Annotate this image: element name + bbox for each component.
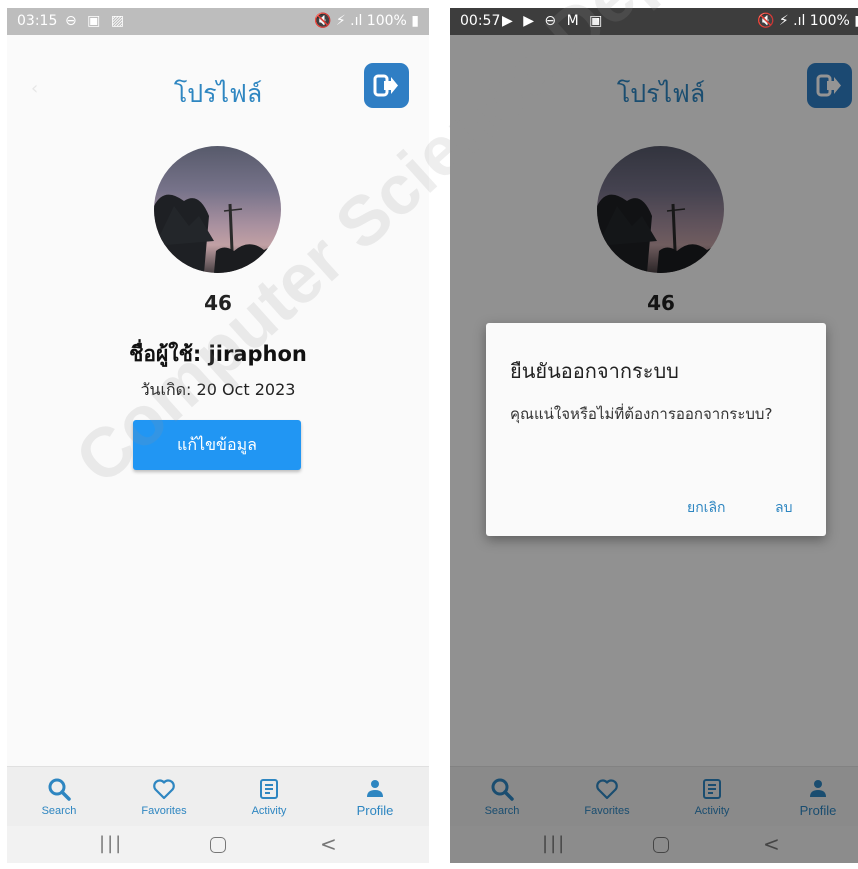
heart-icon (153, 779, 175, 800)
edit-profile-button[interactable]: แก้ไขข้อมูล (133, 420, 301, 470)
status-bar: 00:57 ▶ ▶ ⊖ M ▣ 🔇 ⚡ .ıl 100% ▮ (450, 8, 858, 35)
status-time: 00:57 (460, 13, 501, 29)
nav-activity-label: Activity (251, 805, 287, 817)
username: ชื่อผู้ใช้: jiraphon (129, 342, 307, 366)
confirm-button[interactable]: ลบ (775, 497, 792, 519)
search-icon (48, 778, 71, 801)
system-nav-bar: ||| < (7, 826, 429, 863)
status-system-icons: 🔇 ⚡ .ıl 100% ▮ (313, 13, 419, 29)
nav-activity[interactable]: Activity (229, 767, 309, 817)
dialog-title: ยืนยันออกจากระบบ (510, 359, 679, 383)
status-time: 03:15 (17, 13, 58, 29)
status-notification-icons: ▶ ▶ ⊖ M ▣ (502, 13, 606, 29)
avatar (154, 146, 281, 273)
logout-icon (373, 74, 398, 97)
nav-search-label: Search (41, 805, 77, 817)
status-bar: 03:15 ⊖ ▣ ▨ 🔇 ⚡ .ıl 100% ▮ (7, 8, 429, 35)
logout-confirm-dialog: ยืนยันออกจากระบบ คุณแน่ใจหรือไม่ที่ต้องก… (486, 323, 826, 536)
back-button[interactable]: < (320, 832, 337, 856)
home-button[interactable] (210, 837, 226, 853)
profile-screen: 03:15 ⊖ ▣ ▨ 🔇 ⚡ .ıl 100% ▮ ‹ โปรไฟล์ 46 … (7, 8, 429, 863)
logout-button[interactable] (364, 63, 409, 108)
document-icon (260, 779, 278, 799)
birthdate: วันเกิด: 20 Oct 2023 (140, 380, 296, 399)
recent-apps-button[interactable]: ||| (99, 833, 123, 854)
person-icon (367, 780, 383, 797)
cancel-button[interactable]: ยกเลิก (687, 497, 726, 519)
nav-search[interactable]: Search (19, 767, 99, 817)
nav-favorites[interactable]: Favorites (124, 767, 204, 817)
bottom-nav: Search Favorites Activity Profile (7, 766, 429, 827)
status-notification-icons: ⊖ ▣ ▨ (65, 13, 128, 29)
logout-confirm-screen: 00:57 ▶ ▶ ⊖ M ▣ 🔇 ⚡ .ıl 100% ▮ โปรไฟล์ 4… (450, 8, 858, 863)
nav-favorites-label: Favorites (141, 805, 187, 817)
nav-profile[interactable]: Profile (335, 767, 415, 818)
user-id: 46 (204, 291, 232, 315)
status-system-icons: 🔇 ⚡ .ıl 100% ▮ (756, 13, 858, 29)
dialog-message: คุณแน่ใจหรือไม่ที่ต้องการออกจากระบบ? (510, 405, 773, 423)
nav-profile-label: Profile (356, 803, 394, 818)
